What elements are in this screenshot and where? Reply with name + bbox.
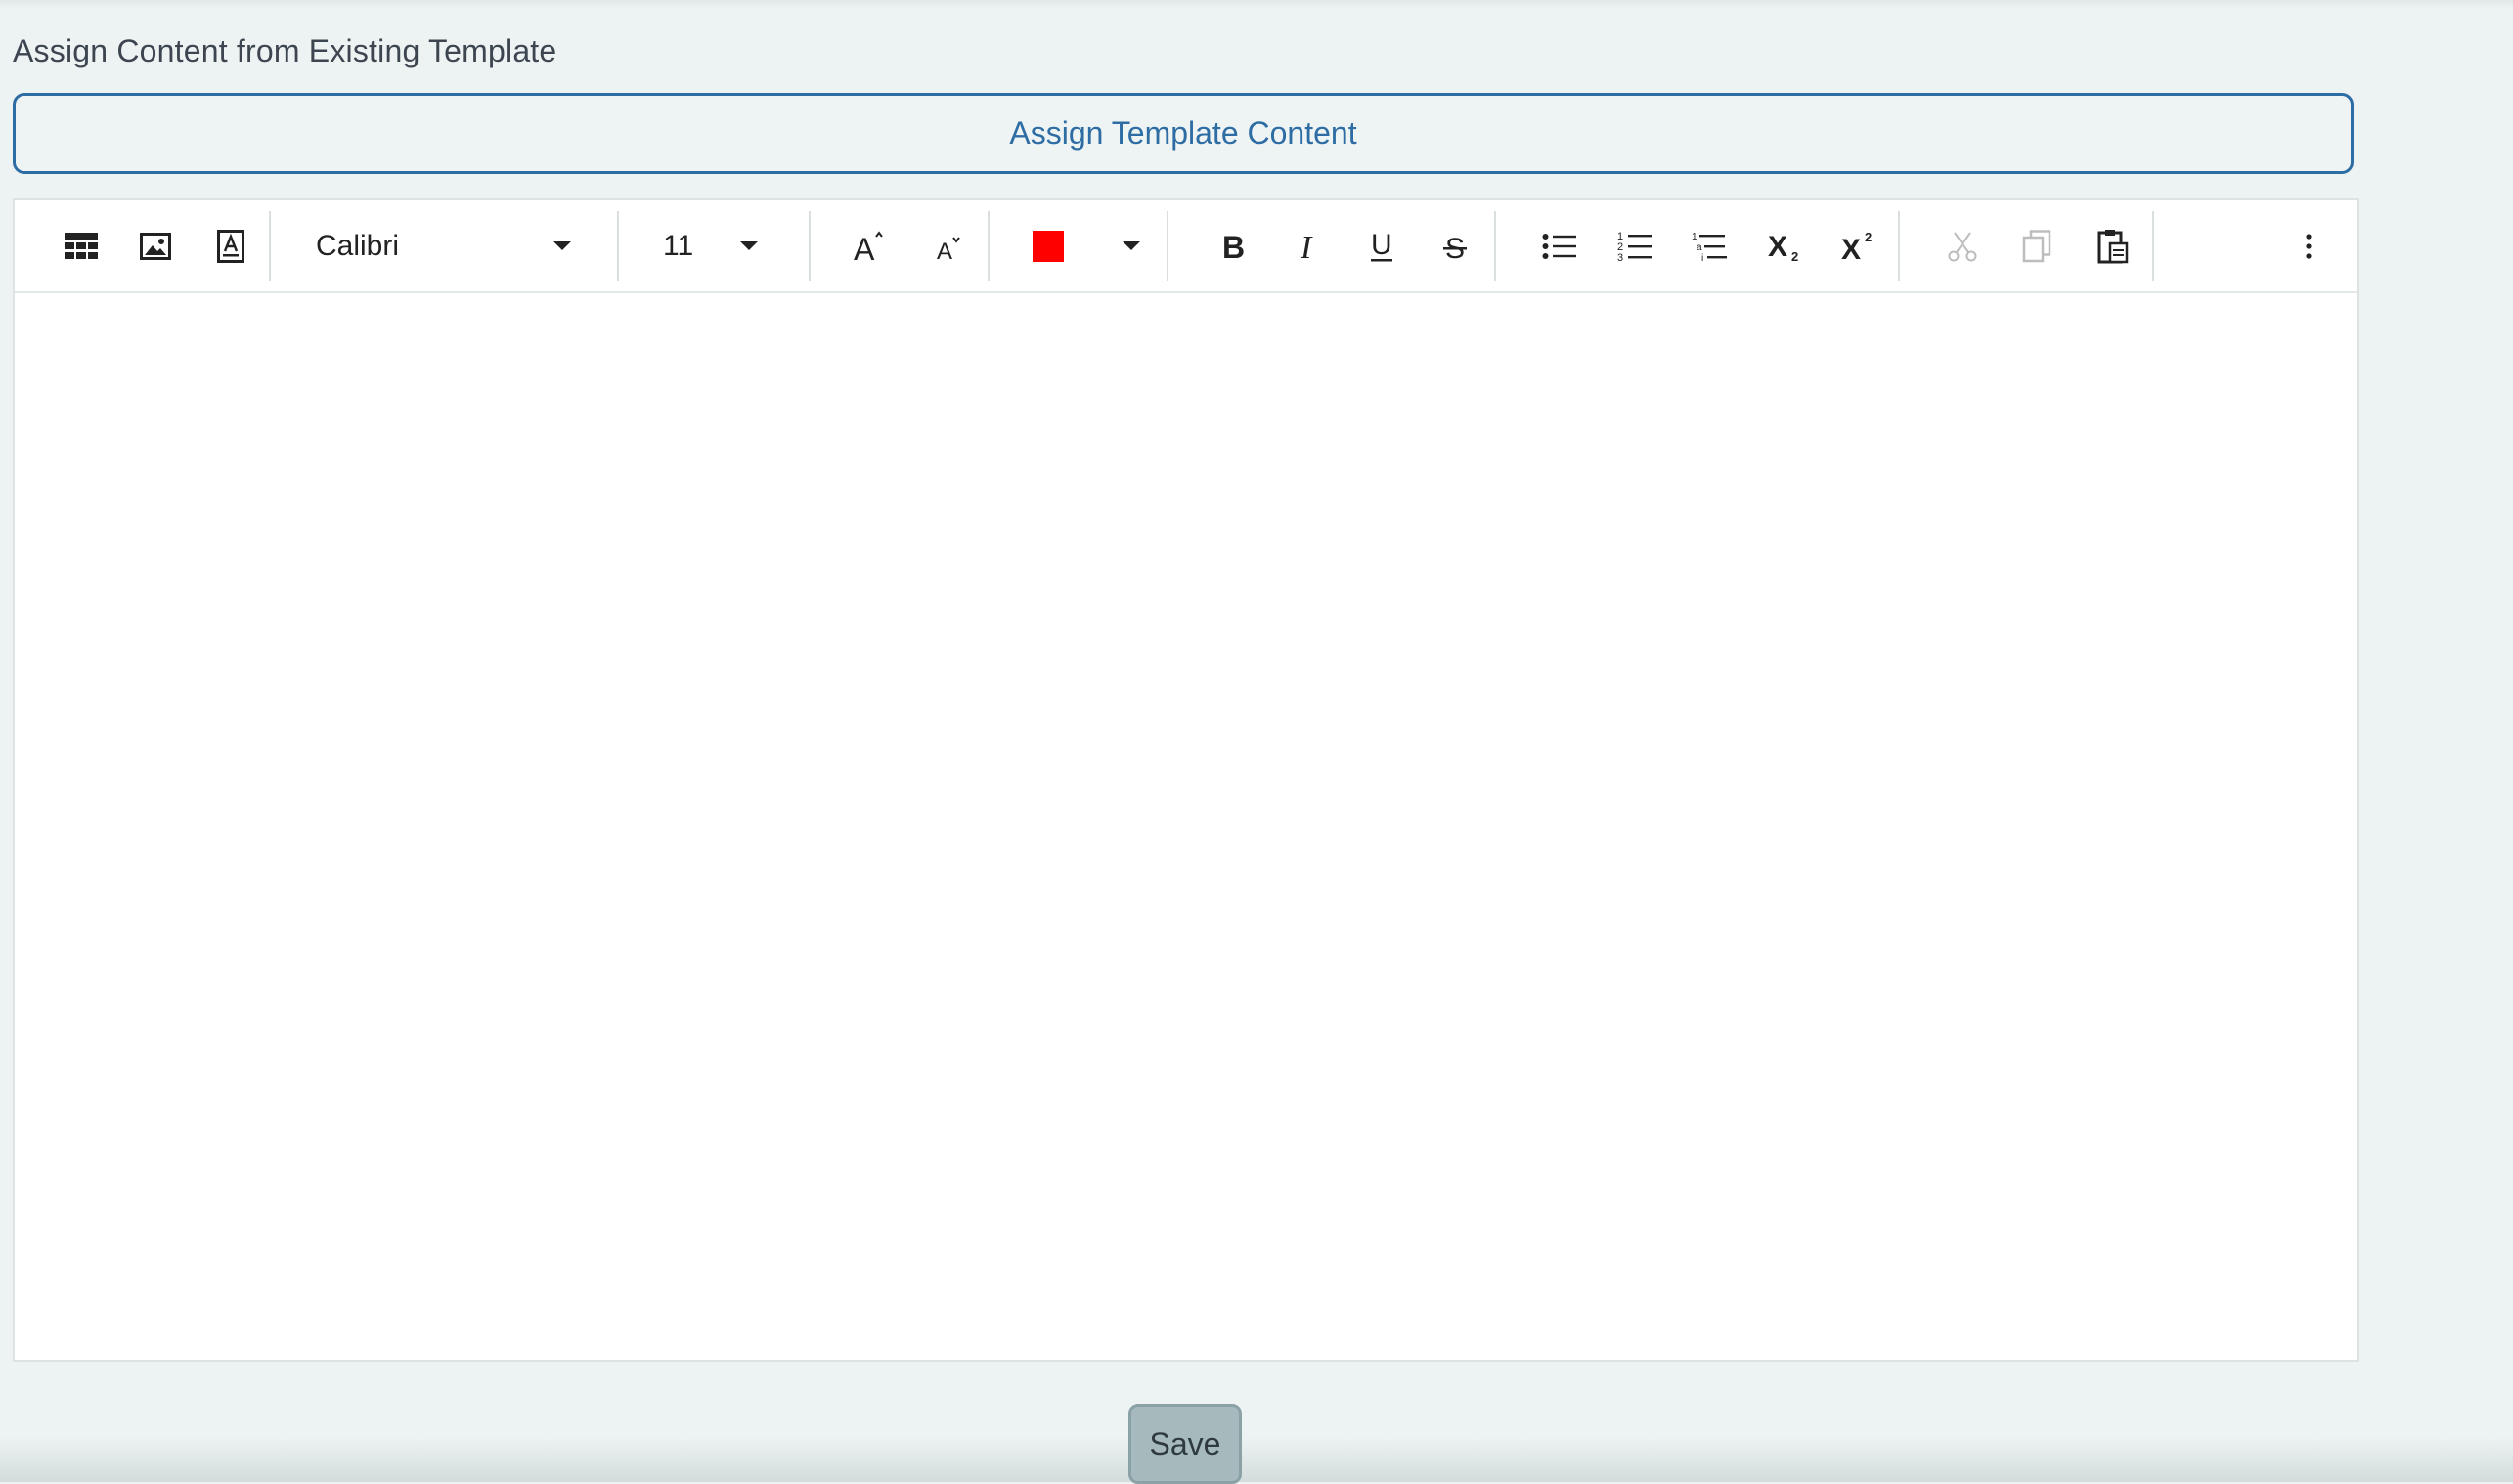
svg-text:I: I	[1300, 231, 1313, 262]
svg-text:A: A	[937, 239, 952, 261]
paste-button[interactable]	[2086, 200, 2140, 291]
cut-button[interactable]	[1935, 200, 1990, 291]
more-options-button[interactable]	[2287, 200, 2330, 291]
insert-image-button[interactable]	[128, 200, 183, 291]
underline-icon: U	[1368, 230, 1395, 263]
cut-icon	[1947, 231, 1978, 262]
bold-button[interactable]: B	[1206, 200, 1260, 291]
superscript-icon: X 2	[1841, 231, 1876, 262]
shrink-font-button[interactable]: A	[922, 200, 977, 291]
strikethrough-icon: S	[1441, 231, 1469, 262]
copy-button[interactable]	[2009, 200, 2064, 291]
svg-text:2: 2	[1791, 249, 1798, 262]
chevron-down-icon	[553, 241, 571, 250]
bullet-list-icon	[1542, 233, 1577, 260]
section-label: Assign Content from Existing Template	[13, 33, 557, 68]
numbered-list-button[interactable]: 1 2 3	[1608, 200, 1662, 291]
svg-text:X: X	[1841, 234, 1861, 262]
multilevel-list-icon: 1 a i	[1692, 230, 1729, 263]
shrink-font-icon: A	[935, 232, 964, 261]
editor-content-area[interactable]	[15, 293, 2357, 1360]
chevron-down-icon	[1123, 241, 1140, 250]
bold-icon: B	[1220, 232, 1246, 261]
subscript-button[interactable]: X 2	[1758, 200, 1813, 291]
chevron-down-icon	[740, 241, 758, 250]
rich-text-editor: Calibri 11 A A B I U S 1 2 3 1 a i X 2 X…	[13, 198, 2359, 1362]
italic-icon: I	[1297, 231, 1318, 262]
editor-toolbar: Calibri 11 A A B I U S 1 2 3 1 a i X 2 X…	[15, 200, 2357, 293]
font-size-dropdown[interactable]: 11	[619, 200, 820, 291]
font-size-value: 11	[663, 229, 694, 262]
paste-icon	[2097, 229, 2129, 264]
svg-text:X: X	[1768, 231, 1787, 262]
insert-text-box-button[interactable]	[203, 200, 258, 291]
insert-table-button[interactable]	[54, 200, 109, 291]
svg-text:2: 2	[1865, 231, 1872, 244]
toolbar-separator	[988, 211, 990, 281]
svg-text:i: i	[1701, 253, 1703, 263]
image-icon	[140, 232, 171, 260]
text-box-icon	[217, 229, 244, 263]
numbered-list-icon: 1 2 3	[1617, 230, 1653, 263]
toolbar-separator	[809, 211, 811, 281]
toolbar-separator	[1167, 211, 1168, 281]
multilevel-list-button[interactable]: 1 a i	[1683, 200, 1738, 291]
font-color-swatch	[1033, 230, 1064, 262]
bullet-list-button[interactable]	[1532, 200, 1587, 291]
font-family-dropdown[interactable]: Calibri	[271, 200, 623, 291]
footer-shadow	[0, 1437, 2513, 1482]
svg-text:B: B	[1222, 232, 1245, 261]
toolbar-separator	[1494, 211, 1496, 281]
toolbar-separator	[1898, 211, 1900, 281]
grow-font-button[interactable]: A	[842, 200, 897, 291]
copy-icon	[2022, 229, 2051, 263]
underline-button[interactable]: U	[1354, 200, 1409, 291]
svg-text:A: A	[854, 232, 875, 262]
font-color-dropdown[interactable]	[1110, 200, 1153, 291]
grow-font-icon: A	[853, 230, 886, 262]
svg-text:a: a	[1697, 242, 1702, 253]
toolbar-separator	[2152, 211, 2154, 281]
subscript-icon: X 2	[1768, 231, 1803, 262]
svg-text:3: 3	[1617, 252, 1623, 263]
font-family-value: Calibri	[316, 229, 400, 262]
table-icon	[65, 232, 98, 260]
more-vertical-icon	[2306, 233, 2312, 259]
superscript-button[interactable]: X 2	[1831, 200, 1886, 291]
top-shadow	[0, 0, 2513, 8]
assign-template-content-button[interactable]: Assign Template Content	[13, 93, 2354, 174]
font-color-button[interactable]	[1024, 200, 1073, 291]
strikethrough-button[interactable]: S	[1428, 200, 1482, 291]
svg-text:U: U	[1371, 230, 1392, 261]
italic-button[interactable]: I	[1280, 200, 1335, 291]
save-button[interactable]: Save	[1128, 1404, 1242, 1484]
svg-text:1: 1	[1692, 232, 1697, 242]
